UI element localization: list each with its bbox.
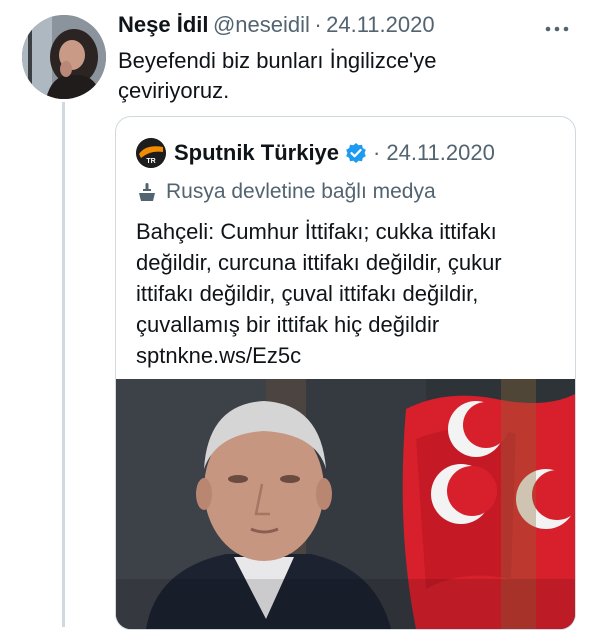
quote-text: Bahçeli: Cumhur İttifakı; cukka ittifakı… [136, 216, 561, 371]
quote-text-line: ittifakı değildir, çuval ittifakı değild… [136, 281, 479, 306]
quoted-tweet[interactable]: TR Sputnik Türkiye · 24.11.2020 Rusya de… [115, 116, 576, 630]
display-name[interactable]: Neşe İdil [118, 12, 208, 37]
thread-line [62, 102, 65, 627]
logo-text: TR [146, 158, 155, 165]
podium-icon [136, 181, 158, 203]
tweet-text-line: Beyefendi biz bunları İngilizce'ye [118, 48, 437, 73]
quote-text-line: Bahçeli: Cumhur İttifakı; cukka ittifakı [136, 219, 497, 244]
sputnik-logo[interactable]: TR [136, 138, 166, 168]
tweet-text-line: çeviriyoruz. [118, 78, 230, 103]
quote-link[interactable]: sptnkne.ws/Ez5c [136, 340, 561, 371]
tweet-header: Neşe İdil @neseidil · 24.11.2020 [118, 12, 435, 40]
quote-text-line: değildir, curcuna ittifakı değildir, çuk… [136, 250, 502, 275]
avatar[interactable] [22, 15, 106, 99]
media-image [116, 379, 575, 629]
more-dots-icon[interactable] [545, 14, 569, 40]
state-media-label[interactable]: Rusya devletine bağlı medya [136, 177, 436, 207]
quote-display-name[interactable]: Sputnik Türkiye [174, 140, 339, 166]
quote-media-photo[interactable] [116, 379, 575, 629]
quote-text-line: çuvallamış bir ittifak hiç değildir [136, 312, 440, 337]
tweet-text: Beyefendi biz bunları İngilizce'ye çevir… [118, 46, 578, 106]
state-media-label-text: Rusya devletine bağlı medya [166, 180, 436, 203]
avatar-image [22, 15, 106, 99]
verified-badge-icon [345, 142, 367, 164]
tweet-date[interactable]: 24.11.2020 [326, 12, 434, 37]
separator-dot: · [373, 140, 381, 165]
separator-dot: · [314, 12, 322, 37]
quote-header: TR Sputnik Türkiye · 24.11.2020 [136, 137, 495, 169]
quote-date[interactable]: 24.11.2020 [386, 140, 494, 166]
handle[interactable]: @neseidil [213, 12, 310, 37]
